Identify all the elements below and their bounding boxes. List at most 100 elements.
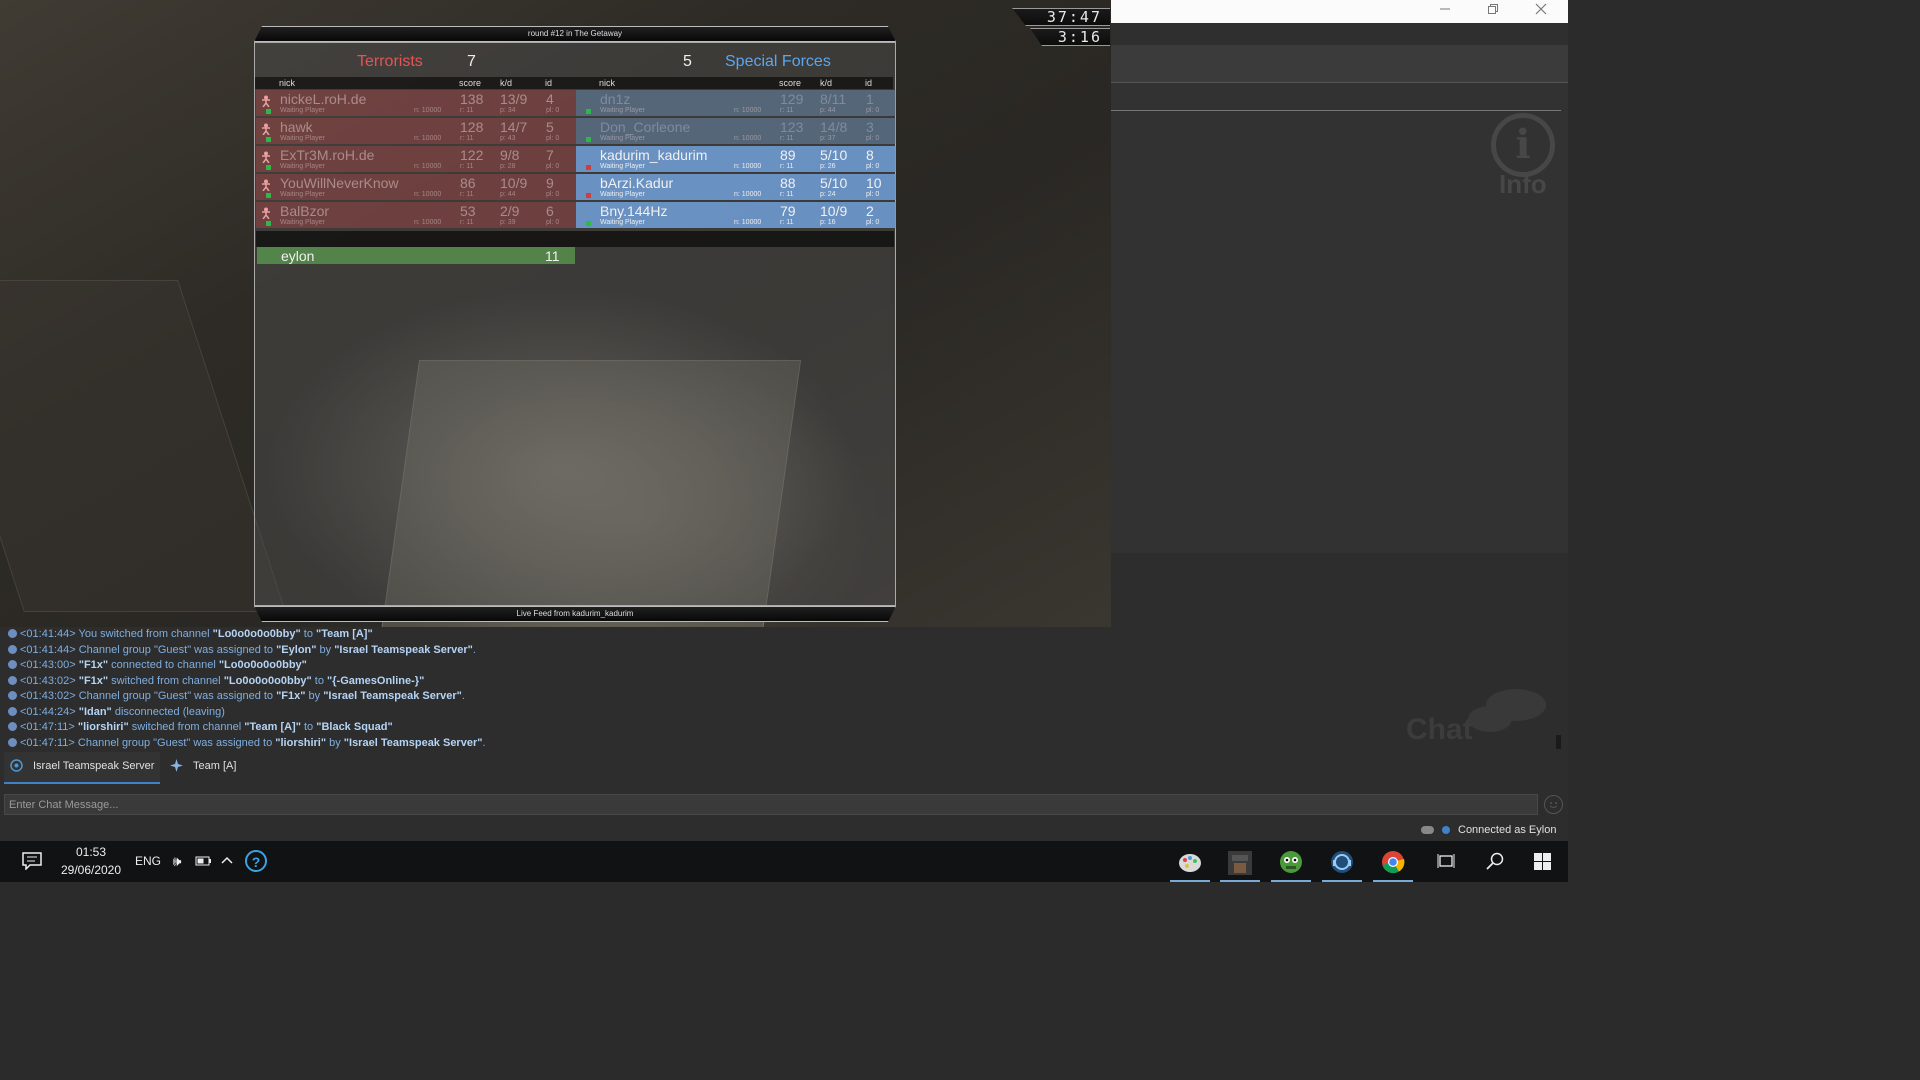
chat-entity[interactable]: "F1x": [79, 659, 108, 671]
player-nick: Don_Corleone: [600, 119, 691, 135]
chat-entity[interactable]: "liorshiri": [275, 737, 326, 749]
windows-start-icon[interactable]: [1534, 853, 1551, 870]
chat-entity[interactable]: "Team [A]": [244, 721, 301, 733]
taskbar-app-teamspeak[interactable]: [1322, 845, 1362, 882]
chat-entity[interactable]: "Black Squad": [316, 721, 392, 733]
running-indicator: [1373, 880, 1413, 882]
taskbar-app-monster[interactable]: [1271, 845, 1311, 882]
chat-line: <01:41:44> You switched from channel "Lo…: [8, 627, 373, 642]
chat-entity[interactable]: "Team [A]": [316, 628, 373, 640]
player-loss: pl: 0: [866, 107, 880, 114]
player-kd: 2/9: [500, 203, 520, 219]
info-icon: [8, 660, 17, 669]
emoji-button[interactable]: [1544, 795, 1563, 814]
minimize-button[interactable]: [1435, 3, 1455, 19]
info-panel: i Info: [1111, 82, 1568, 553]
chat-entity[interactable]: "Eylon": [276, 644, 316, 656]
player-kd: 5/10: [820, 147, 848, 163]
chat-entity[interactable]: "Israel Teamspeak Server": [323, 690, 462, 702]
player-status-dot: [266, 193, 271, 198]
col-nick-t: nick: [279, 78, 296, 88]
close-button[interactable]: [1531, 3, 1551, 19]
info-icon: [8, 722, 17, 731]
connection-icon: [1442, 826, 1450, 834]
chat-text: <01:43:02> Channel group "Guest" was ass…: [20, 690, 277, 702]
player-status-dot: [266, 109, 271, 114]
running-indicator: [1220, 880, 1260, 882]
tab-team-a[interactable]: Team [A]: [164, 752, 244, 782]
player-ping: p: 16: [820, 219, 836, 226]
chat-text: to: [300, 628, 316, 640]
game-floor-panel: [0, 280, 286, 612]
player-ping: p: 39: [500, 219, 516, 226]
chat-tabs: Israel Teamspeak Server Team [A]: [0, 752, 1568, 784]
team-terrorists-name: Terrorists: [357, 53, 423, 70]
player-status: Waiting Player: [280, 191, 325, 198]
help-icon[interactable]: ?: [245, 850, 267, 872]
window-titlebar: [1111, 0, 1568, 23]
player-score: 138: [460, 91, 484, 107]
player-status: Waiting Player: [280, 135, 325, 142]
dead-player-icon: [262, 123, 270, 135]
chat-entity[interactable]: "Idan": [79, 706, 112, 718]
player-row: YouWillNeverKnow 86 10/9 9 Waiting Player n: …: [256, 174, 576, 200]
search-icon[interactable]: [1486, 852, 1504, 870]
action-center-icon[interactable]: [22, 852, 42, 870]
chat-entity[interactable]: "Israel Teamspeak Server": [334, 644, 473, 656]
player-nick: ExTr3M.roH.de: [280, 147, 375, 163]
running-indicator: [1322, 880, 1362, 882]
chat-entity[interactable]: "liorshiri": [78, 721, 129, 733]
chat-scrollbar[interactable]: [1556, 735, 1561, 749]
chat-line: <01:41:44> Channel group "Guest" was ass…: [8, 643, 476, 658]
teamspeak-icon: [1331, 851, 1353, 873]
taskbar-app-game[interactable]: [1220, 845, 1260, 882]
player-id: 2: [866, 203, 874, 219]
chat-text: .: [461, 690, 465, 702]
chat-entity[interactable]: "{-GamesOnline-}": [327, 675, 424, 687]
chat-entity[interactable]: "F1x": [276, 690, 305, 702]
player-id: 10: [866, 175, 882, 191]
player-n: n: 10000: [734, 135, 762, 142]
chat-message-input[interactable]: [4, 794, 1538, 815]
player-status-dot: [266, 165, 271, 170]
player-ping: p: 34: [500, 107, 516, 114]
volume-icon[interactable]: 🕪: [168, 852, 186, 870]
column-header-row: nick score k/d id nick score k/d id: [255, 77, 893, 89]
player-status-dot: [266, 221, 271, 226]
chat-entity[interactable]: "Lo0o0o0o0bby": [224, 675, 312, 687]
chat-entity[interactable]: "Lo0o0o0o0bby": [219, 659, 307, 671]
restore-button[interactable]: [1483, 3, 1503, 19]
dead-player-icon: [262, 151, 270, 163]
player-kd: 5/10: [820, 175, 848, 191]
clock-time[interactable]: 01:53: [60, 845, 122, 859]
player-n: n: 10000: [734, 107, 762, 114]
taskbar-app-paint[interactable]: [1170, 845, 1210, 882]
player-loss: pl: 0: [546, 135, 560, 142]
player-status: Waiting Player: [600, 163, 645, 170]
player-loss: pl: 0: [866, 219, 880, 226]
player-score: 129: [780, 91, 804, 107]
battery-icon[interactable]: [194, 852, 212, 870]
monster-icon: [1280, 851, 1302, 873]
taskbar-app-chrome[interactable]: [1373, 845, 1413, 882]
tab-server[interactable]: Israel Teamspeak Server: [4, 752, 160, 784]
dead-player-icon: [262, 207, 270, 219]
clock-date[interactable]: 29/06/2020: [58, 863, 124, 877]
language-indicator[interactable]: ENG: [135, 854, 161, 868]
chat-input-area: [0, 784, 1568, 820]
player-row: bArzi.Kadur 88 5/10 10 Waiting Player n: 1000…: [576, 174, 896, 200]
chat-entity[interactable]: "Lo0o0o0o0bby": [213, 628, 301, 640]
task-view-icon[interactable]: [1437, 853, 1455, 869]
chat-entity[interactable]: "Israel Teamspeak Server": [344, 737, 483, 749]
chat-text: to: [311, 674, 328, 687]
chat-text: connected to channel: [108, 659, 219, 671]
dead-player-icon: [262, 179, 270, 191]
info-icon: [8, 706, 17, 716]
info-icon: i: [1491, 113, 1555, 177]
chevron-up-icon[interactable]: [218, 852, 236, 870]
info-icon: [8, 675, 17, 685]
chat-entity[interactable]: "F1x": [79, 675, 108, 687]
player-status-dot: [586, 193, 591, 198]
chat-text: by: [305, 690, 324, 702]
chat-text: to: [300, 721, 317, 733]
